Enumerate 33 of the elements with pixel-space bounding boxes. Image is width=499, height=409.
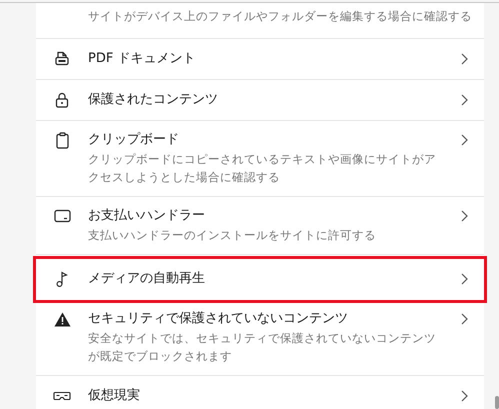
chevron-right-icon xyxy=(461,210,468,222)
setting-description: クリップボードにコピーされているテキストや画像にサイトがアクセスしようとした場合に確認する xyxy=(88,151,437,186)
setting-title: クリップボード xyxy=(88,131,180,149)
setting-description: 支払いハンドラーのインストールをサイトに許可する xyxy=(88,227,377,244)
setting-description: サイトがデバイス上のファイルやフォルダーを編集する場合に確認する xyxy=(88,8,473,25)
clipboard-icon xyxy=(56,132,68,148)
setting-title: PDF ドキュメント xyxy=(88,50,196,68)
highlighted-setting-row[interactable]: メディアの自動再生 xyxy=(36,259,484,300)
lock-icon xyxy=(55,92,69,108)
setting-row[interactable]: 仮想現実 xyxy=(36,376,484,409)
setting-title: メディアの自動再生 xyxy=(88,270,206,288)
chevron-right-icon xyxy=(461,134,468,146)
setting-row[interactable]: 保護されたコンテンツ xyxy=(36,80,484,121)
chevron-right-icon xyxy=(461,273,468,285)
pdf-file-icon xyxy=(54,51,70,67)
setting-row[interactable]: クリップボード クリップボードにコピーされているテキストや画像にサイトがアクセスしようとした場合に確認する xyxy=(36,121,484,197)
warning-icon xyxy=(54,312,70,326)
chevron-right-icon xyxy=(461,313,468,325)
chevron-right-icon xyxy=(461,53,468,65)
chevron-right-icon xyxy=(461,94,468,106)
chevron-right-icon xyxy=(461,390,468,402)
music-note-icon xyxy=(56,271,68,287)
setting-title: 保護されたコンテンツ xyxy=(88,91,219,109)
scrollbar-thumb[interactable] xyxy=(495,396,499,409)
setting-title: お支払いハンドラー xyxy=(88,207,206,225)
setting-row[interactable]: PDF ドキュメント xyxy=(36,39,484,80)
setting-title: セキュリティで保護されていないコンテンツ xyxy=(88,310,349,328)
setting-description: 安全なサイトでは、セキュリティで保護されていないコンテンツが既定でブロックされます xyxy=(88,330,437,365)
setting-row[interactable]: セキュリティで保護されていないコンテンツ 安全なサイトでは、セキュリティで保護されていないコンテンツが既定でブロックされます xyxy=(36,300,484,376)
setting-title: 仮想現実 xyxy=(88,387,141,405)
setting-row[interactable]: お支払いハンドラー 支払いハンドラーのインストールをサイトに許可する xyxy=(36,197,484,255)
vr-headset-icon xyxy=(53,391,71,401)
credit-card-icon xyxy=(54,209,70,223)
